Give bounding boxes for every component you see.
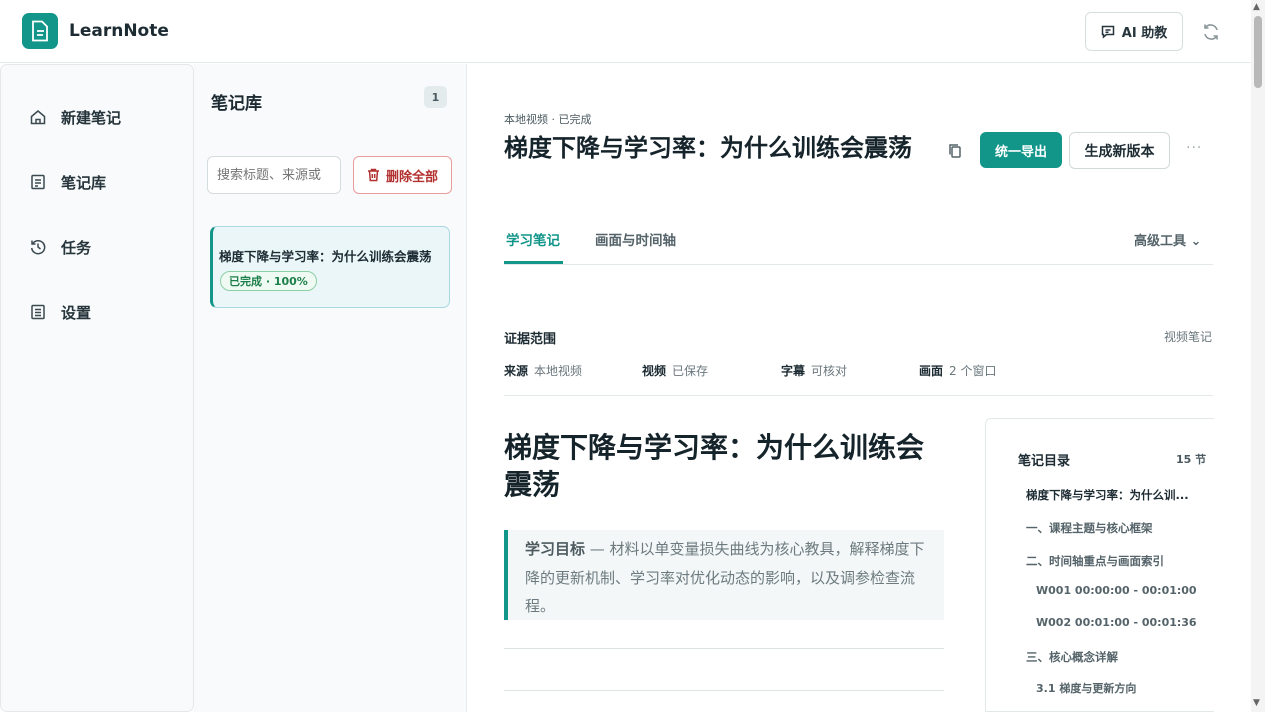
library-panel: 笔记库 1 删除全部 梯度下降与学习率：为什么训练会震荡 已完成 · 100%: [194, 64, 467, 712]
evidence-value: 已保存: [672, 364, 709, 378]
evidence-key: 字幕: [781, 364, 806, 378]
note-meta: 本地视频 · 已完成: [504, 113, 592, 126]
section-divider: [504, 648, 944, 649]
evidence-key: 视频: [642, 364, 667, 378]
note-card-title: 梯度下降与学习率：为什么训练会震荡: [219, 249, 432, 264]
status-badge: 已完成 · 100%: [220, 271, 317, 291]
sidebar-item-label: 任务: [61, 238, 92, 257]
toc-item[interactable]: 梯度下降与学习率：为什么训...: [1026, 487, 1189, 503]
advanced-tools-dropdown[interactable]: 高级工具 ⌄: [1134, 230, 1201, 249]
evidence-item-source: 来源 本地视频: [504, 362, 582, 379]
library-count-badge: 1: [424, 86, 447, 108]
note-card[interactable]: 梯度下降与学习率：为什么训练会震荡 已完成 · 100%: [210, 226, 450, 308]
refresh-icon[interactable]: [1201, 22, 1221, 42]
toc-item[interactable]: W002 00:01:00 - 00:01:36: [1036, 616, 1197, 629]
table-of-contents: 笔记目录 15 节 梯度下降与学习率：为什么训... 一、课程主题与核心框架 二…: [985, 418, 1214, 712]
sidebar-item-settings[interactable]: 设置: [29, 300, 91, 324]
toc-item[interactable]: 三、核心概念详解: [1026, 649, 1118, 665]
sidebar-item-tasks[interactable]: 任务: [29, 235, 91, 259]
page-scrollbar[interactable]: ▲ ▼: [1251, 0, 1265, 712]
evidence-value: 本地视频: [534, 364, 583, 378]
evidence-title: 证据范围: [504, 332, 557, 347]
home-icon: [30, 110, 46, 125]
toc-item[interactable]: 二、时间轴重点与画面索引: [1026, 553, 1164, 569]
notebook-icon: [31, 174, 45, 190]
toc-count: 15 节: [1176, 453, 1207, 466]
sidebar-item-label: 新建笔记: [61, 108, 122, 127]
ai-assistant-label: AI 助教: [1121, 26, 1168, 41]
document-icon: [32, 20, 48, 42]
tabs-divider: [504, 264, 1213, 265]
top-header: LearnNote AI 助教: [0, 0, 1251, 63]
section-divider: [504, 690, 944, 691]
goal-text: — 材料以单变量损失曲线为核心教具，解释梯度下降的更新机制、学习率对优化动态的影…: [525, 540, 925, 615]
toc-item[interactable]: 一、课程主题与核心框架: [1026, 520, 1153, 536]
scroll-down-arrow-icon[interactable]: ▼: [1253, 698, 1260, 708]
sidebar-item-new-note[interactable]: 新建笔记: [29, 105, 121, 129]
more-options-icon[interactable]: ···: [1186, 140, 1202, 156]
evidence-item-video: 视频 已保存: [642, 362, 708, 379]
evidence-key: 画面: [919, 364, 944, 378]
sidebar-item-label: 笔记库: [61, 173, 107, 192]
learning-goal-callout: 学习目标 — 材料以单变量损失曲线为核心教具，解释梯度下降的更新机制、学习率对优…: [504, 530, 944, 620]
toc-item[interactable]: W001 00:00:00 - 00:01:00: [1036, 584, 1197, 597]
export-button[interactable]: 统一导出: [980, 132, 1062, 168]
goal-label: 学习目标: [525, 540, 586, 558]
delete-all-label: 删除全部: [385, 169, 438, 185]
tab-study-notes[interactable]: 学习笔记: [506, 229, 560, 249]
library-search-input[interactable]: [207, 156, 341, 194]
new-version-button[interactable]: 生成新版本: [1069, 132, 1170, 169]
evidence-value: 2 个窗口: [949, 364, 997, 378]
advanced-tools-label: 高级工具: [1134, 234, 1187, 249]
toc-item[interactable]: 3.1 梯度与更新方向: [1036, 680, 1136, 696]
app-logo: [22, 13, 58, 49]
evidence-divider: [504, 395, 1213, 396]
trash-icon: [367, 168, 379, 182]
tab-frames-timeline[interactable]: 画面与时间轴: [595, 229, 676, 249]
evidence-value: 可核对: [811, 364, 848, 378]
sidebar-item-library[interactable]: 笔记库: [29, 170, 106, 194]
sidebar-item-label: 设置: [61, 303, 92, 322]
chevron-down-icon: ⌄: [1190, 234, 1202, 249]
scroll-up-arrow-icon[interactable]: ▲: [1253, 2, 1260, 12]
document-icon: [31, 304, 45, 320]
evidence-note-type: 视频笔记: [1164, 330, 1213, 344]
page-title: 梯度下降与学习率：为什么训练会震荡: [504, 134, 912, 162]
ai-assistant-button[interactable]: AI 助教: [1085, 12, 1183, 51]
library-title: 笔记库: [211, 94, 262, 114]
copy-icon[interactable]: [946, 142, 964, 160]
evidence-item-subtitle: 字幕 可核对: [781, 362, 847, 379]
evidence-key: 来源: [504, 364, 529, 378]
delete-all-button[interactable]: 删除全部: [353, 156, 452, 194]
history-icon: [30, 240, 46, 255]
app-title: LearnNote: [69, 21, 169, 41]
chat-icon: [1101, 25, 1115, 39]
toc-title: 笔记目录: [1018, 454, 1071, 469]
document-heading: 梯度下降与学习率：为什么训练会震荡: [504, 431, 925, 501]
sidebar-nav: 新建笔记 笔记库 任务 设置: [0, 64, 194, 712]
evidence-item-frames: 画面 2 个窗口: [919, 362, 996, 379]
scrollbar-thumb[interactable]: [1254, 16, 1262, 88]
